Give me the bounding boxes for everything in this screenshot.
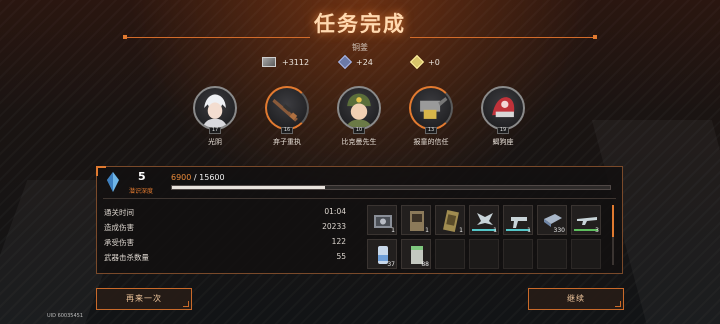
stat-value: 55 bbox=[336, 252, 346, 261]
stat-value: 122 bbox=[331, 237, 346, 246]
item-slot[interactable]: 1 bbox=[367, 205, 397, 235]
xp-progress-bar bbox=[171, 185, 611, 190]
reward-value: +0 bbox=[428, 57, 440, 67]
character-portrait bbox=[193, 86, 237, 130]
stat-row: 承受伤害 122 bbox=[104, 237, 346, 249]
character-name: 光阴 bbox=[208, 138, 222, 146]
stat-row: 通关时间 01:04 bbox=[104, 207, 346, 219]
reward-value: +3112 bbox=[282, 57, 310, 67]
continue-button[interactable]: 继续 bbox=[528, 288, 624, 310]
empty-slot bbox=[503, 239, 533, 269]
results-panel: 5 潜识深度 6900 / 15600 通关时间 01:04 造成伤害 2023… bbox=[96, 166, 623, 274]
level-badge: 17 bbox=[209, 127, 221, 134]
item-slot[interactable]: 1 bbox=[503, 205, 533, 235]
rewards-row: +3112 +24 +0 bbox=[262, 54, 462, 70]
chip-icon bbox=[262, 57, 276, 67]
item-slot[interactable]: 1 bbox=[401, 205, 431, 235]
character-portrait bbox=[265, 86, 309, 130]
character-name: 蝎狗座 bbox=[492, 138, 514, 146]
level-badge: 19 bbox=[497, 127, 509, 134]
item-scrollbar-thumb[interactable] bbox=[612, 205, 614, 237]
reward-value: +24 bbox=[356, 57, 373, 67]
depth-label: 潜识深度 bbox=[129, 188, 154, 195]
rifle-weapon-icon bbox=[272, 98, 298, 122]
green-helmet-character-icon bbox=[345, 93, 373, 128]
item-slot[interactable]: 88 bbox=[401, 239, 431, 269]
cube-icon bbox=[337, 54, 353, 70]
item-quantity: 37 bbox=[387, 261, 395, 268]
item-quantity: 88 bbox=[421, 261, 429, 268]
red-mech-weapon-icon bbox=[492, 97, 515, 118]
title-divider-dot bbox=[123, 35, 127, 39]
stat-label: 造成伤害 bbox=[104, 223, 134, 232]
uid-label: UID 60035451 bbox=[47, 313, 84, 319]
character-card[interactable]: 10 比克曼先生 bbox=[334, 86, 384, 148]
rank-label: 铜釜 bbox=[352, 43, 368, 52]
stat-label: 承受伤害 bbox=[104, 238, 134, 247]
item-grid: 1 1 1 1 1 330 3 37 88 bbox=[367, 205, 617, 271]
level-badge: 16 bbox=[281, 127, 293, 134]
white-hair-character-icon bbox=[202, 94, 228, 128]
stat-value: 20233 bbox=[322, 222, 346, 231]
character-portrait bbox=[481, 86, 525, 130]
title-divider-left bbox=[125, 37, 310, 38]
character-name: 弃子重执 bbox=[273, 138, 301, 146]
item-quantity: 1 bbox=[425, 227, 429, 234]
mech-weapon-icon bbox=[420, 97, 448, 119]
divider bbox=[103, 198, 616, 199]
stat-value: 01:04 bbox=[324, 207, 346, 216]
stat-row: 造成伤害 20233 bbox=[104, 222, 346, 234]
empty-slot bbox=[537, 239, 567, 269]
depth-crystal-icon bbox=[107, 172, 119, 192]
reward-item: +24 bbox=[337, 54, 373, 70]
item-quantity: 1 bbox=[493, 227, 497, 234]
character-card[interactable]: 19 蝎狗座 bbox=[478, 86, 528, 148]
character-name: 比克曼先生 bbox=[341, 138, 377, 146]
item-slot[interactable]: 3 bbox=[571, 205, 601, 235]
title-divider-dot bbox=[593, 35, 597, 39]
empty-slot bbox=[435, 239, 465, 269]
xp-total: 15600 bbox=[199, 173, 225, 182]
level-badge: 10 bbox=[353, 127, 365, 134]
stat-row: 武器击杀数量 55 bbox=[104, 252, 346, 264]
stat-label: 通关时间 bbox=[104, 208, 134, 217]
character-portrait bbox=[409, 86, 453, 130]
title-divider-right bbox=[410, 37, 595, 38]
crystal-icon bbox=[409, 54, 425, 70]
item-slot[interactable]: 1 bbox=[469, 205, 499, 235]
depth-value: 5 bbox=[138, 170, 146, 183]
item-quantity: 330 bbox=[553, 227, 565, 234]
reward-item: +0 bbox=[409, 54, 440, 70]
stat-label: 武器击杀数量 bbox=[104, 253, 149, 262]
item-slot[interactable]: 330 bbox=[537, 205, 567, 235]
character-portrait bbox=[337, 86, 381, 130]
empty-slot bbox=[571, 239, 601, 269]
xp-progress-fill bbox=[172, 186, 326, 189]
item-quantity: 1 bbox=[527, 227, 531, 234]
xp-text: 6900 / 15600 bbox=[171, 173, 225, 182]
reward-item: +3112 bbox=[262, 55, 309, 69]
character-card[interactable]: 17 光阴 bbox=[190, 86, 240, 148]
item-slot[interactable]: 37 bbox=[367, 239, 397, 269]
item-quantity: 3 bbox=[595, 227, 599, 234]
page-title: 任务完成 bbox=[314, 12, 406, 36]
item-slot[interactable]: 1 bbox=[435, 205, 465, 235]
xp-current: 6900 bbox=[171, 173, 192, 182]
retry-button[interactable]: 再来一次 bbox=[96, 288, 192, 310]
level-badge: 13 bbox=[425, 127, 437, 134]
character-card[interactable]: 13 报童的信任 bbox=[406, 86, 456, 148]
character-name: 报童的信任 bbox=[413, 138, 449, 146]
character-row: 17 光阴 16 弃子重执 10 比克曼先生 13 报童的信任 19 蝎狗座 bbox=[190, 86, 530, 148]
item-quantity: 1 bbox=[391, 227, 395, 234]
empty-slot bbox=[469, 239, 499, 269]
character-card[interactable]: 16 弃子重执 bbox=[262, 86, 312, 148]
item-quantity: 1 bbox=[459, 227, 463, 234]
